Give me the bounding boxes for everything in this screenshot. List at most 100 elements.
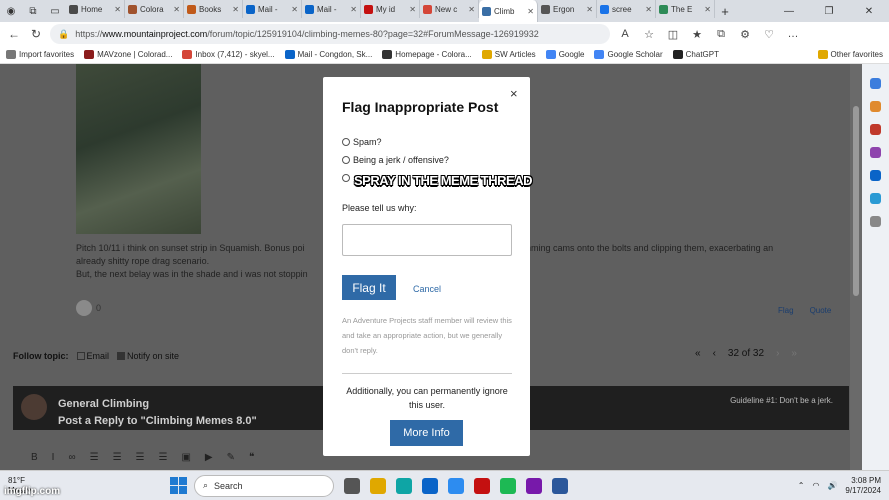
browser-tab[interactable]: Ergon ✕: [538, 0, 597, 18]
spotify-icon[interactable]: [500, 477, 516, 494]
favorite-item[interactable]: Inbox (7,412) - skyel...: [182, 50, 275, 59]
tab-close-icon[interactable]: ✕: [291, 5, 298, 14]
tab-close-icon[interactable]: ✕: [645, 5, 652, 14]
tab-close-icon[interactable]: ✕: [409, 5, 416, 14]
favorites-icon[interactable]: ★: [688, 28, 706, 41]
tab-close-icon[interactable]: ✕: [232, 5, 239, 14]
close-icon[interactable]: ×: [510, 86, 518, 101]
favorite-item[interactable]: Homepage - Colora...: [382, 50, 472, 59]
quote-link[interactable]: Quote: [810, 306, 832, 315]
tab-close-icon[interactable]: ✕: [350, 5, 357, 14]
option-spam[interactable]: Spam?: [342, 137, 382, 147]
edge-icon[interactable]: [396, 477, 412, 494]
refresh-icon[interactable]: ↻: [28, 27, 44, 41]
tools-icon[interactable]: [870, 124, 881, 135]
browser-tab[interactable]: New c ✕: [420, 0, 479, 18]
editor-tool-button[interactable]: ∞: [68, 452, 75, 470]
option-jerk[interactable]: Being a jerk / offensive?: [342, 155, 449, 165]
flag-it-button[interactable]: Flag It: [342, 275, 396, 300]
collections-icon[interactable]: ⧉: [712, 28, 730, 41]
minimize-button[interactable]: —: [769, 6, 809, 17]
tab-close-icon[interactable]: ✕: [114, 5, 121, 14]
reply-category[interactable]: General Climbing: [58, 398, 149, 410]
more-menu-icon[interactable]: …: [784, 28, 802, 40]
wifi-icon[interactable]: ◠: [812, 481, 819, 490]
editor-tool-button[interactable]: ☰: [159, 452, 168, 470]
volume-icon[interactable]: 🔊: [827, 481, 837, 490]
favorite-item[interactable]: Import favorites: [6, 50, 74, 59]
tab-close-icon[interactable]: ✕: [173, 5, 180, 14]
browser-tab[interactable]: Colora ✕: [125, 0, 184, 18]
editor-tool-button[interactable]: ▣: [181, 452, 190, 470]
browser-tab[interactable]: Mail - ✕: [302, 0, 361, 18]
page-scrollbar[interactable]: [850, 64, 862, 470]
editor-tool-button[interactable]: ☰: [136, 452, 145, 470]
browser-tab[interactable]: Climb ✕: [479, 0, 538, 22]
restore-button[interactable]: ❐: [809, 6, 849, 17]
editor-tool-button[interactable]: I: [52, 452, 55, 470]
first-page-button[interactable]: «: [695, 348, 701, 359]
task-view-icon[interactable]: [344, 477, 360, 494]
editor-tool-button[interactable]: ☰: [113, 452, 122, 470]
last-page-button[interactable]: »: [791, 348, 797, 359]
editor-tool-button[interactable]: ❝: [249, 452, 254, 470]
file-explorer-icon[interactable]: [370, 477, 386, 494]
cancel-link[interactable]: Cancel: [413, 284, 441, 294]
outlook-icon[interactable]: [870, 170, 881, 181]
onenote-icon[interactable]: [526, 477, 542, 494]
tab-close-icon[interactable]: ✕: [704, 5, 711, 14]
games-icon[interactable]: [870, 147, 881, 158]
extensions-icon[interactable]: ⚙: [736, 28, 754, 41]
browser-tab[interactable]: My id ✕: [361, 0, 420, 18]
search-sidebar-icon[interactable]: [870, 78, 881, 89]
tab-close-icon[interactable]: ✕: [527, 7, 534, 16]
browser-tab[interactable]: scree ✕: [597, 0, 656, 18]
favorite-item[interactable]: SW Articles: [481, 50, 536, 59]
scrollbar-thumb[interactable]: [853, 106, 859, 296]
tray-chevron-icon[interactable]: ⌃: [798, 481, 805, 490]
editor-tool-button[interactable]: B: [31, 452, 38, 470]
like-control[interactable]: 0: [76, 300, 101, 316]
url-field[interactable]: 🔒 https://www.mountainproject.com/forum/…: [50, 24, 610, 44]
editor-tool-button[interactable]: ▶: [205, 452, 213, 470]
add-sidebar-icon[interactable]: [870, 216, 881, 227]
prev-page-button[interactable]: ‹: [713, 348, 716, 359]
shopping-icon[interactable]: [870, 101, 881, 112]
favorite-item[interactable]: MAVzone | Colorad...: [84, 50, 172, 59]
favorite-star-icon[interactable]: ☆: [640, 28, 658, 41]
outlook-app-icon[interactable]: [422, 477, 438, 494]
reason-textarea[interactable]: [342, 224, 512, 256]
profile-icon[interactable]: ◉: [0, 0, 22, 22]
browser-tab[interactable]: Books ✕: [184, 0, 243, 18]
favorite-item[interactable]: Mail - Congdon, Sk...: [284, 50, 372, 59]
close-window-button[interactable]: ✕: [849, 6, 889, 17]
read-aloud-icon[interactable]: A: [616, 28, 634, 40]
post-photo[interactable]: [76, 64, 201, 234]
favorite-item[interactable]: Google Scholar: [594, 50, 663, 59]
zoom-icon[interactable]: [448, 477, 464, 494]
favorite-item[interactable]: Google: [545, 50, 584, 59]
start-button[interactable]: [170, 476, 188, 495]
browser-tab[interactable]: Mail - ✕: [243, 0, 302, 18]
word-icon[interactable]: [552, 477, 568, 494]
tab-close-icon[interactable]: ✕: [468, 5, 475, 14]
mcafee-icon[interactable]: [474, 477, 490, 494]
browser-tab[interactable]: The E ✕: [656, 0, 715, 18]
next-page-button[interactable]: ›: [776, 348, 779, 359]
tab-actions-icon[interactable]: ▭: [44, 0, 66, 22]
email-option[interactable]: Email: [76, 351, 109, 361]
back-icon[interactable]: ←: [6, 27, 22, 41]
clock[interactable]: 3:08 PM 9/17/2024: [845, 476, 881, 496]
tab-close-icon[interactable]: ✕: [586, 5, 593, 14]
new-tab-button[interactable]: +: [715, 4, 735, 19]
telegram-icon[interactable]: [870, 193, 881, 204]
editor-tool-button[interactable]: ✎: [227, 452, 235, 470]
option-other[interactable]: [342, 174, 353, 182]
other-favorites[interactable]: Other favorites: [817, 50, 883, 59]
favorite-item[interactable]: ChatGPT: [672, 50, 719, 59]
flag-link[interactable]: Flag: [778, 306, 794, 315]
split-screen-icon[interactable]: ◫: [664, 28, 682, 41]
editor-tool-button[interactable]: ☰: [90, 452, 99, 470]
taskbar-search[interactable]: ⌕ Search: [194, 474, 334, 497]
browser-tab[interactable]: Home ✕: [66, 0, 125, 18]
